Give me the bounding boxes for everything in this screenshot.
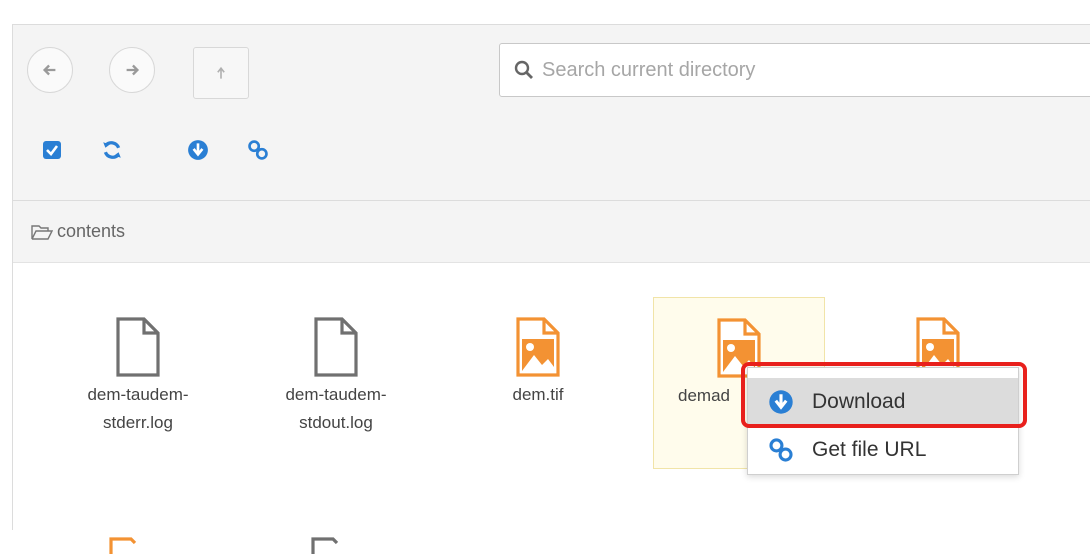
- refresh-button[interactable]: [99, 137, 125, 163]
- search-input[interactable]: [540, 57, 1064, 83]
- file-name-line1: dem.tif: [512, 385, 564, 404]
- document-icon: [314, 317, 358, 377]
- file-name-line1: dem-taudem-: [285, 385, 387, 404]
- forward-button[interactable]: [109, 47, 155, 93]
- file-item-partial[interactable]: [303, 535, 351, 554]
- toolbar: [13, 25, 1090, 201]
- breadcrumb-contents[interactable]: contents: [57, 221, 125, 242]
- download-circle-icon: [188, 140, 208, 160]
- breadcrumb: contents: [13, 201, 1090, 263]
- link-icon: [769, 438, 793, 462]
- file-item-partial[interactable]: [101, 535, 149, 554]
- menu-item-get-file-url-label: Get file URL: [812, 438, 927, 461]
- parent-directory-button[interactable]: [193, 47, 249, 99]
- image-file-icon: [516, 317, 560, 377]
- refresh-icon: [103, 141, 121, 159]
- arrow-right-icon: [126, 64, 140, 76]
- document-icon: [311, 537, 339, 554]
- download-toolbar-button[interactable]: [185, 137, 211, 163]
- file-name-line2: stderr.log: [103, 413, 173, 432]
- search-icon: [514, 60, 533, 79]
- file-item[interactable]: dem-taudem- stdout.log: [251, 297, 421, 437]
- search-box[interactable]: [499, 43, 1090, 97]
- image-file-icon: [109, 537, 137, 554]
- file-name-line1: dem-taudem-: [87, 385, 189, 404]
- highlight-box: [741, 362, 1027, 428]
- file-item[interactable]: dem-taudem- stderr.log: [53, 297, 223, 437]
- file-name-line2: stdout.log: [299, 413, 373, 432]
- checkbox-checked-icon: [43, 141, 61, 159]
- back-button[interactable]: [27, 47, 73, 93]
- menu-item-get-file-url[interactable]: Get file URL: [748, 426, 1018, 474]
- file-item[interactable]: dem.tif: [453, 297, 623, 409]
- arrow-left-icon: [42, 64, 56, 76]
- get-link-toolbar-button[interactable]: [245, 137, 271, 163]
- arrow-up-icon: [217, 66, 225, 79]
- select-all-checkbox[interactable]: [39, 137, 65, 163]
- folder-open-icon: [31, 224, 53, 240]
- document-icon: [116, 317, 160, 377]
- link-icon: [248, 140, 268, 160]
